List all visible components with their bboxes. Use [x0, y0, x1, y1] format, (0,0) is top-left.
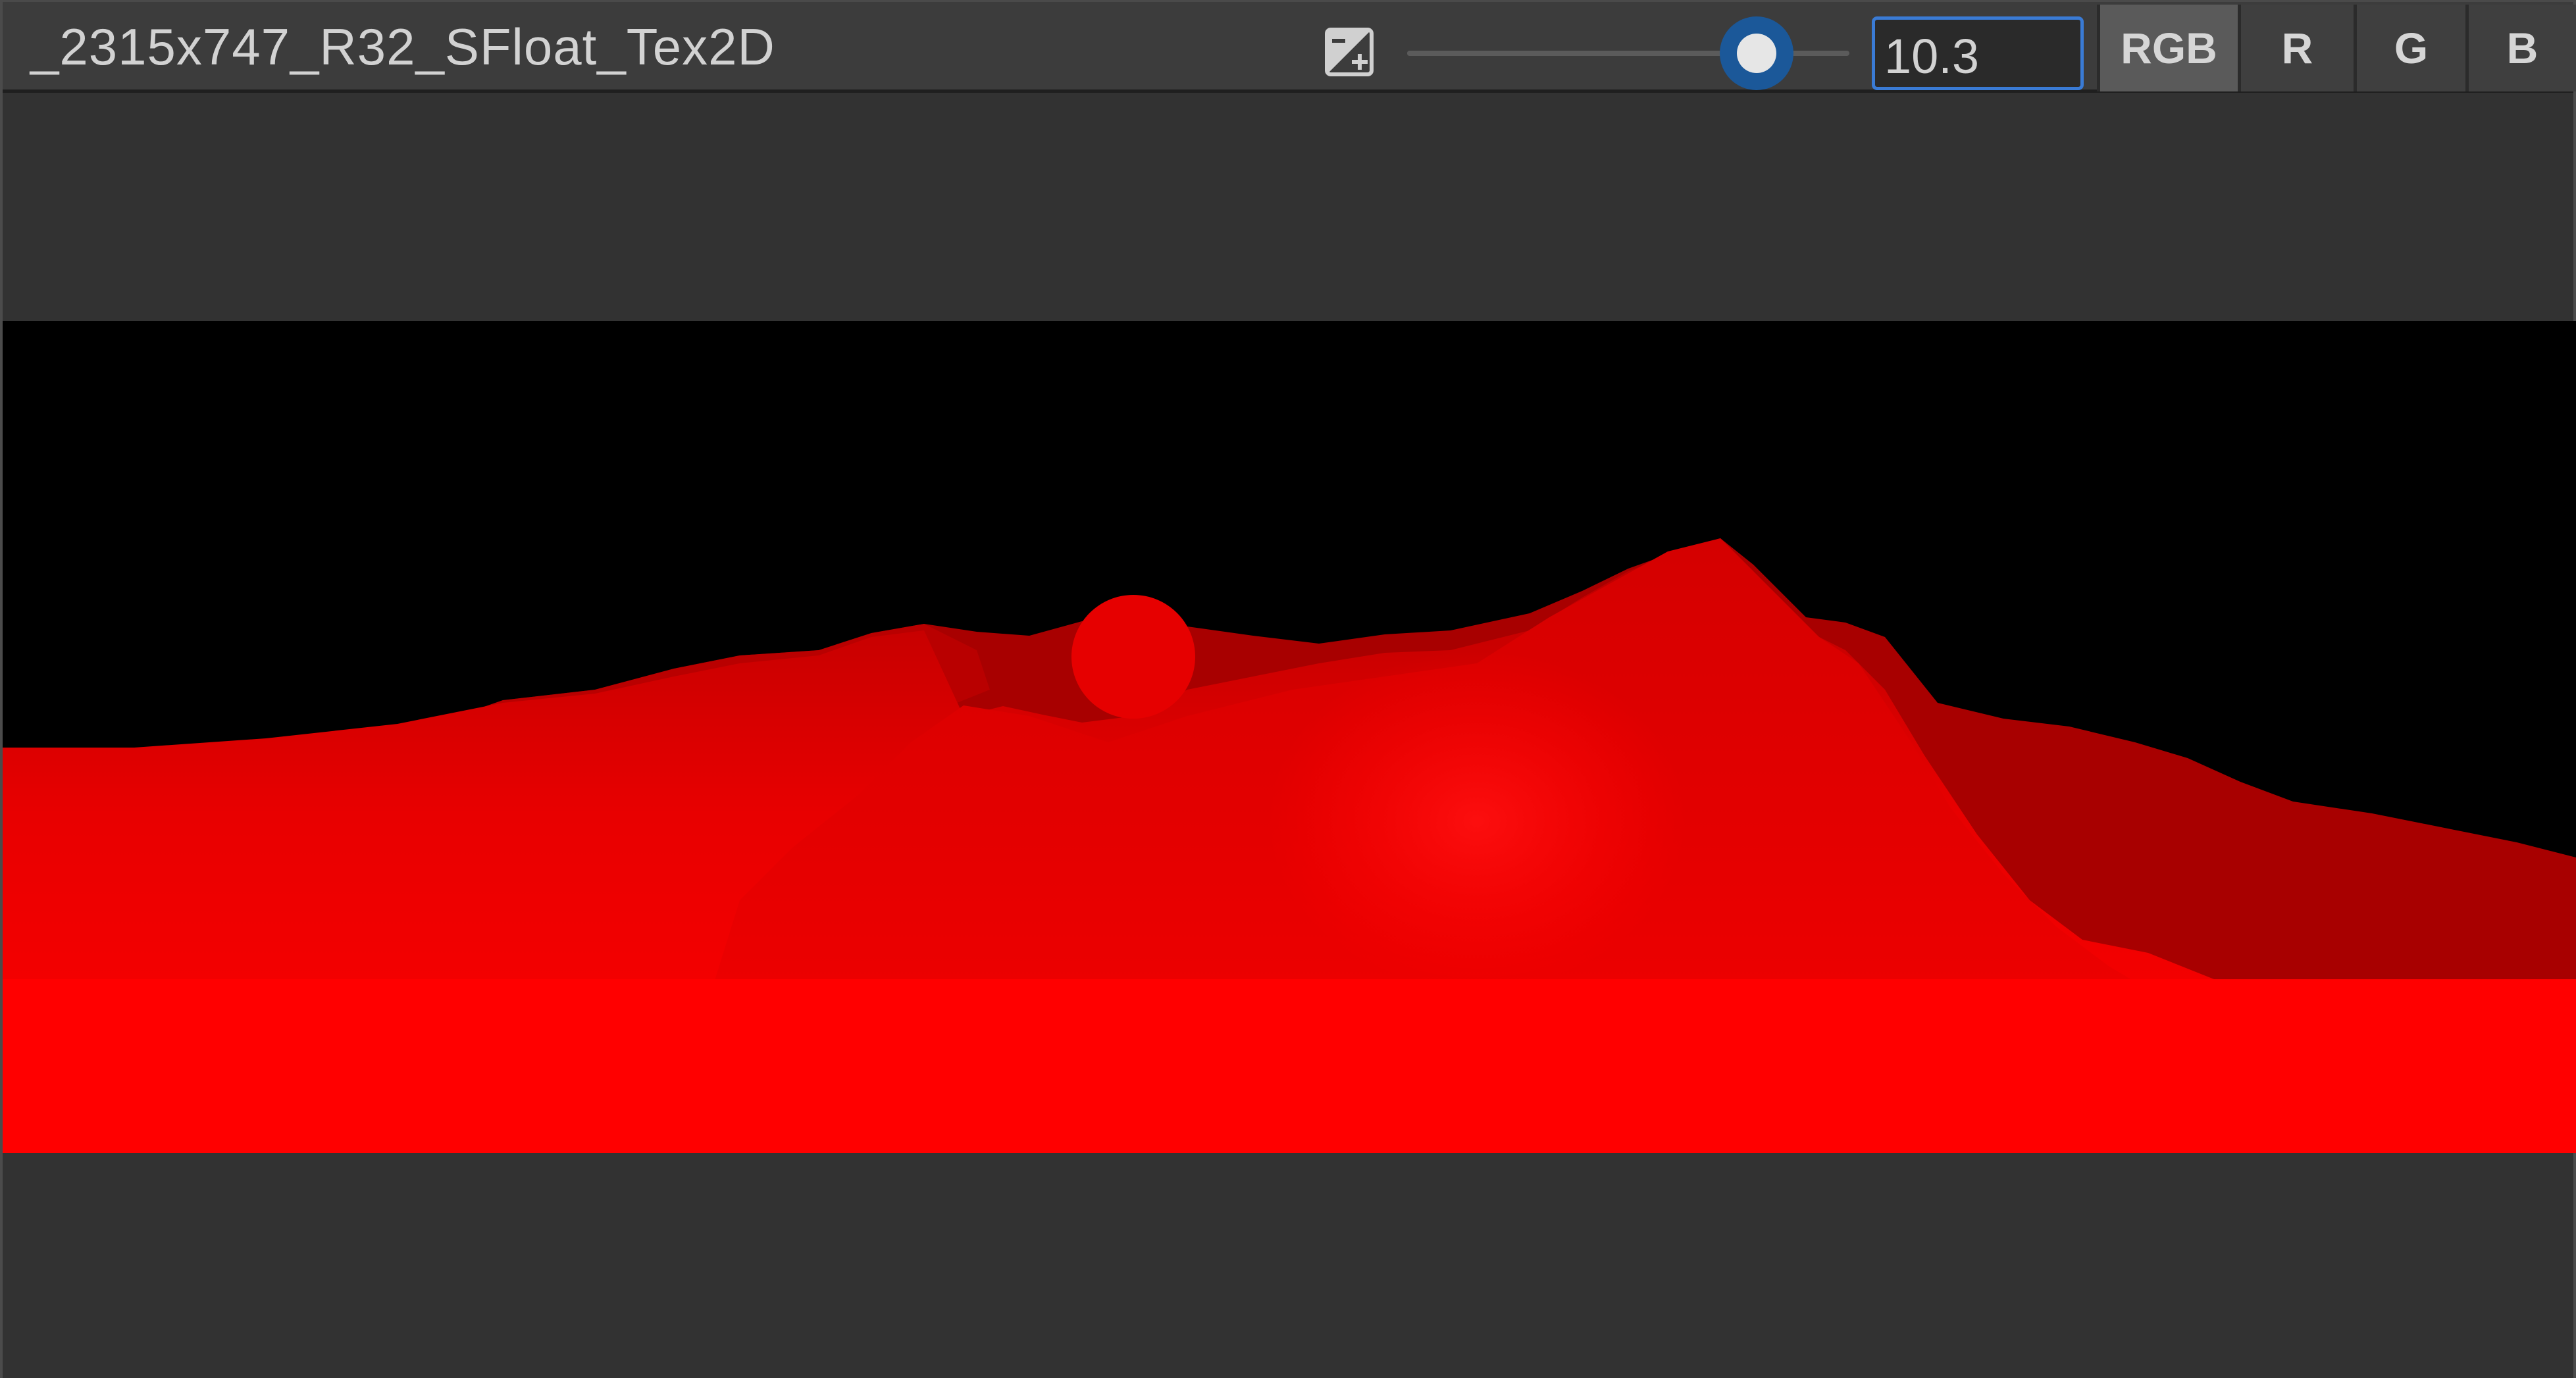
exposure-slider-thumb[interactable] — [1719, 16, 1793, 90]
channel-b-button[interactable]: B — [2465, 5, 2576, 91]
ground-plane — [3, 979, 2576, 1153]
exposure-icon[interactable] — [1323, 26, 1376, 78]
texture-header-bar: _2315x747_R32_SFloat_Tex2D RGB R G B — [3, 0, 2576, 93]
channel-g-button[interactable]: G — [2354, 5, 2465, 91]
channel-r-button[interactable]: R — [2238, 5, 2354, 91]
exposure-value-input[interactable] — [1872, 16, 2084, 90]
terrain-highlight — [1266, 650, 1687, 992]
channel-rgb-button[interactable]: RGB — [2097, 5, 2238, 91]
terrain-render — [3, 538, 2576, 1153]
texture-viewer-window: _2315x747_R32_SFloat_Tex2D RGB R G B — [0, 0, 2576, 1378]
exposure-slider-fill — [1407, 51, 1757, 56]
sphere-object — [1071, 595, 1195, 719]
texture-preview[interactable] — [3, 321, 2576, 1153]
texture-title: _2315x747_R32_SFloat_Tex2D — [30, 18, 775, 76]
